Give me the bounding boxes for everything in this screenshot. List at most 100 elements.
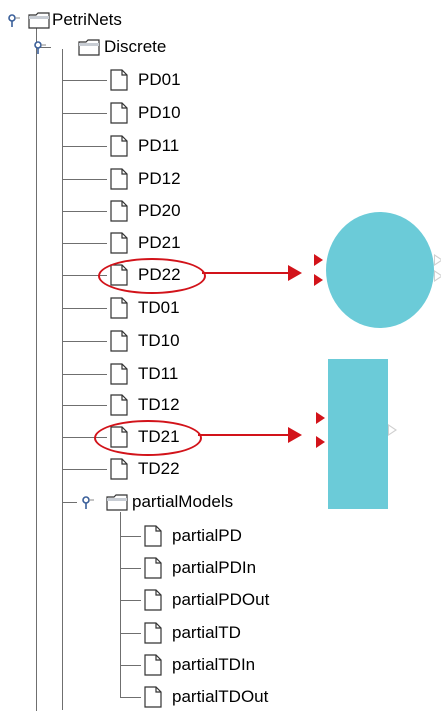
file-icon — [110, 297, 128, 319]
tree-guide-line — [63, 243, 107, 244]
file-icon — [144, 589, 162, 611]
file-icon — [144, 525, 162, 547]
folder-icon — [78, 39, 100, 56]
tree-guide-line — [121, 633, 141, 634]
tree-item-td12[interactable]: TD12 — [110, 392, 230, 418]
tree-item-label: TD01 — [138, 298, 180, 317]
output-port-icon[interactable] — [388, 424, 397, 436]
file-icon — [144, 686, 162, 708]
highlight-ellipse-pd22 — [98, 258, 206, 294]
red-arrowhead-icon — [288, 265, 302, 281]
red-arrow — [198, 434, 290, 436]
file-icon — [110, 69, 128, 91]
tree-item-partialtdout[interactable]: partialTDOut — [144, 684, 304, 710]
file-icon — [110, 232, 128, 254]
file-icon — [110, 168, 128, 190]
tree-item-td11[interactable]: TD11 — [110, 361, 230, 387]
tree-item-label: TD10 — [138, 331, 180, 350]
tree-guide-line — [121, 665, 141, 666]
tree-guide-line — [62, 49, 63, 710]
tree-guide-line — [63, 80, 107, 81]
tree-node-petrinets[interactable]: PetriNets — [6, 7, 166, 33]
tree-guide-line — [63, 502, 77, 503]
tree-item-label: TD12 — [138, 395, 180, 414]
tree-guide-line — [63, 469, 107, 470]
output-port-icon[interactable] — [434, 254, 441, 266]
file-icon — [110, 363, 128, 385]
tree-item-pd12[interactable]: PD12 — [110, 166, 230, 192]
tree-item-partialtd[interactable]: partialTD — [144, 620, 294, 646]
tree-item-label: PD20 — [138, 201, 181, 220]
tree-guide-line — [36, 21, 37, 711]
tree-item-label: PD11 — [138, 136, 180, 155]
tree-item-label: PD21 — [138, 233, 181, 252]
tree-item-partialpd[interactable]: partialPD — [144, 523, 294, 549]
tree-item-label: TD22 — [138, 459, 180, 478]
expand-collapse-key-icon[interactable] — [32, 40, 46, 54]
input-port-icon[interactable] — [314, 254, 323, 266]
tree-node-label: partialModels — [132, 492, 234, 511]
file-icon — [144, 557, 162, 579]
file-icon — [110, 330, 128, 352]
tree-item-label: PD01 — [138, 70, 181, 89]
tree-guide-line — [63, 146, 107, 147]
tree-item-label: partialPD — [172, 526, 242, 545]
file-icon — [110, 200, 128, 222]
tree-guide-line — [121, 697, 141, 698]
tree-item-label: TD11 — [138, 364, 179, 383]
tree-item-td10[interactable]: TD10 — [110, 328, 230, 354]
tree-guide-line — [63, 211, 107, 212]
cyan-circle-shape[interactable] — [326, 212, 434, 328]
tree-guide-line — [63, 308, 107, 309]
tree-item-pd11[interactable]: PD11 — [110, 133, 230, 159]
tree-guide-line — [63, 179, 107, 180]
tree-item-pd10[interactable]: PD10 — [110, 100, 230, 126]
tree-guide-line — [63, 405, 107, 406]
tree-item-partialtdin[interactable]: partialTDIn — [144, 652, 294, 678]
red-arrowhead-icon — [288, 427, 302, 443]
output-port-icon[interactable] — [434, 270, 441, 282]
tree-node-partialmodels[interactable]: partialModels — [80, 489, 250, 515]
tree-item-partialpdout[interactable]: partialPDOut — [144, 587, 304, 613]
tree-canvas: PetriNets Discrete PD01 PD10 PD11 PD12 P… — [0, 0, 441, 711]
tree-guide-line — [120, 512, 121, 698]
folder-icon — [28, 12, 50, 29]
file-icon — [144, 622, 162, 644]
tree-item-label: PD12 — [138, 169, 181, 188]
expand-collapse-key-icon[interactable] — [6, 13, 20, 27]
tree-guide-line — [121, 568, 141, 569]
input-port-icon[interactable] — [314, 274, 323, 286]
input-port-icon[interactable] — [316, 412, 325, 424]
tree-item-pd21[interactable]: PD21 — [110, 230, 230, 256]
file-icon — [110, 135, 128, 157]
tree-item-label: partialPDOut — [172, 590, 270, 609]
tree-item-label: partialTDOut — [172, 687, 269, 706]
file-icon — [144, 654, 162, 676]
folder-icon — [106, 494, 128, 511]
input-port-icon[interactable] — [316, 436, 325, 448]
cyan-rectangle-shape[interactable] — [328, 359, 388, 509]
tree-item-partialpdin[interactable]: partialPDIn — [144, 555, 294, 581]
tree-node-label: PetriNets — [52, 10, 122, 29]
tree-item-td22[interactable]: TD22 — [110, 456, 230, 482]
tree-item-label: PD10 — [138, 103, 181, 122]
tree-item-pd20[interactable]: PD20 — [110, 198, 230, 224]
tree-item-pd01[interactable]: PD01 — [110, 67, 230, 93]
red-arrow — [202, 272, 290, 274]
tree-guide-line — [63, 374, 107, 375]
tree-item-label: partialTDIn — [172, 655, 256, 674]
tree-item-label: partialPDIn — [172, 558, 257, 577]
tree-item-label: partialTD — [172, 623, 241, 642]
tree-guide-line — [63, 113, 107, 114]
tree-guide-line — [63, 341, 107, 342]
tree-guide-line — [121, 600, 141, 601]
tree-node-label: Discrete — [104, 37, 167, 56]
file-icon — [110, 458, 128, 480]
file-icon — [110, 394, 128, 416]
tree-node-discrete[interactable]: Discrete — [32, 34, 192, 60]
expand-collapse-key-icon[interactable] — [80, 495, 94, 509]
tree-item-td01[interactable]: TD01 — [110, 295, 230, 321]
highlight-ellipse-td21 — [94, 420, 202, 456]
tree-guide-line — [121, 536, 141, 537]
file-icon — [110, 102, 128, 124]
